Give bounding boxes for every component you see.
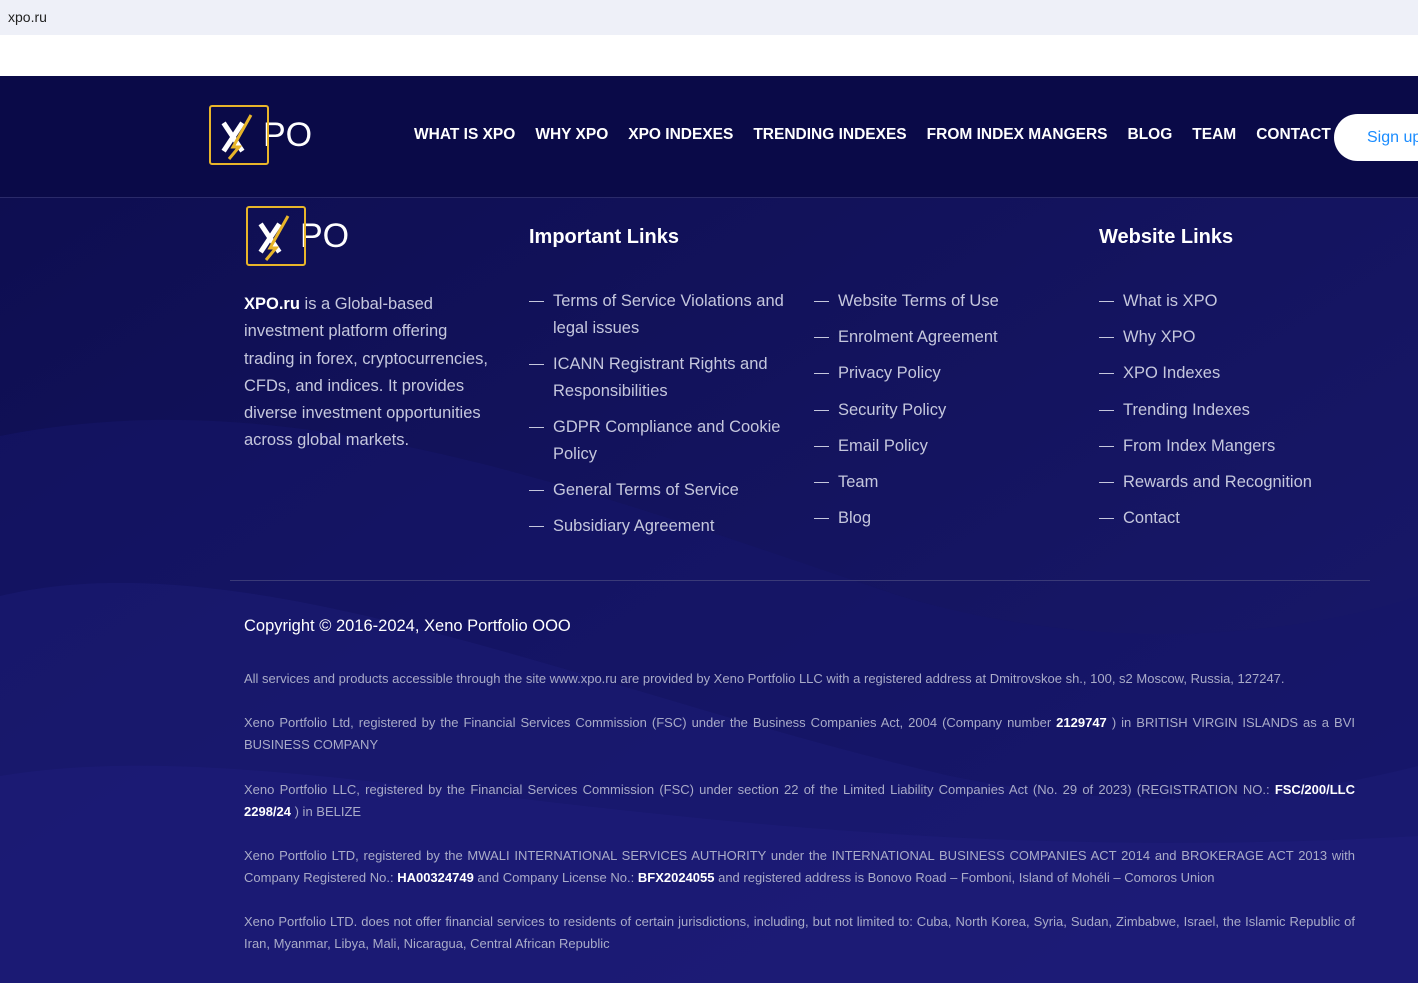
nav-what-is-xpo[interactable]: WHAT IS XPO: [414, 126, 515, 144]
footer-link[interactable]: Why XPO: [1099, 324, 1399, 351]
legal-paragraph-5: Xeno Portfolio LTD. does not offer finan…: [244, 911, 1355, 955]
footer-link[interactable]: Rewards and Recognition: [1099, 469, 1399, 496]
footer-link[interactable]: Team: [814, 469, 1084, 496]
about-brand: XPO.ru: [244, 295, 300, 313]
important-links-title: Important Links: [529, 226, 680, 248]
important-links-list-2: Website Terms of Use Enrolment Agreement…: [814, 288, 1084, 541]
footer-link[interactable]: XPO Indexes: [1099, 360, 1399, 387]
nav-trending-indexes[interactable]: TRENDING INDEXES: [753, 126, 906, 144]
important-links-list-1: Terms of Service Violations and legal is…: [529, 288, 799, 549]
legal-text: Xeno Portfolio LLC, registered by the Fi…: [244, 782, 1275, 797]
footer-link[interactable]: Enrolment Agreement: [814, 324, 1084, 351]
footer-link[interactable]: Terms of Service Violations and legal is…: [529, 288, 799, 342]
footer-link[interactable]: Contact: [1099, 505, 1399, 532]
legal-text: All services and products accessible thr…: [244, 671, 1285, 686]
site-header: PO WHAT IS XPO WHY XPO XPO INDEXES TREND…: [0, 76, 1418, 198]
legal-text: Xeno Portfolio Ltd, registered by the Fi…: [244, 715, 1057, 730]
footer-link[interactable]: What is XPO: [1099, 288, 1399, 315]
company-license-number: BFX2024055: [637, 870, 715, 885]
signup-button[interactable]: Sign up: [1334, 114, 1418, 161]
logo-text: PO: [300, 216, 350, 255]
footer-link[interactable]: Email Policy: [814, 433, 1084, 460]
about-text: XPO.ru is a Global-based investment plat…: [244, 291, 499, 455]
logo-text: PO: [263, 115, 313, 154]
footer-link[interactable]: Privacy Policy: [814, 360, 1084, 387]
website-links-title: Website Links: [1099, 226, 1234, 248]
footer-link[interactable]: From Index Mangers: [1099, 433, 1399, 460]
footer-link[interactable]: Blog: [814, 505, 1084, 532]
address-bar[interactable]: xpo.ru: [0, 0, 1418, 35]
nav-why-xpo[interactable]: WHY XPO: [535, 126, 608, 144]
logo-x-icon: [246, 206, 306, 266]
nav-team[interactable]: TEAM: [1192, 126, 1236, 144]
footer-link[interactable]: Trending Indexes: [1099, 397, 1399, 424]
nav-contact[interactable]: CONTACT: [1256, 126, 1331, 144]
legal-text: and registered address is Bonovo Road – …: [714, 870, 1215, 885]
logo-x-icon: [209, 105, 269, 165]
nav-xpo-indexes[interactable]: XPO INDEXES: [628, 126, 733, 144]
about-description: is a Global-based investment platform of…: [244, 295, 488, 450]
legal-paragraph-3: Xeno Portfolio LLC, registered by the Fi…: [244, 779, 1355, 823]
legal-paragraph-1: All services and products accessible thr…: [244, 668, 1355, 690]
footer-link[interactable]: Security Policy: [814, 397, 1084, 424]
company-number: 2129747: [1056, 715, 1107, 730]
legal-paragraph-4: Xeno Portfolio LTD, registered by the MW…: [244, 845, 1355, 889]
legal-text: and Company License No.:: [473, 870, 638, 885]
nav-blog[interactable]: BLOG: [1128, 126, 1173, 144]
website-links-list: What is XPO Why XPO XPO Indexes Trending…: [1099, 288, 1399, 541]
legal-text: ) in BELIZE: [291, 804, 362, 819]
header-logo[interactable]: PO: [209, 105, 312, 165]
company-registered-number: HA00324749: [397, 870, 474, 885]
main-nav: WHAT IS XPO WHY XPO XPO INDEXES TRENDING…: [414, 126, 1351, 144]
footer-divider: [230, 580, 1370, 581]
copyright: Copyright © 2016-2024, Xeno Portfolio OO…: [244, 617, 571, 635]
url-text[interactable]: xpo.ru: [8, 9, 47, 25]
page-gap: [0, 35, 1418, 76]
footer-link[interactable]: Subsidiary Agreement: [529, 513, 799, 540]
footer-logo[interactable]: PO: [246, 206, 349, 266]
legal-paragraph-2: Xeno Portfolio Ltd, registered by the Fi…: [244, 712, 1355, 756]
footer-link[interactable]: Website Terms of Use: [814, 288, 1084, 315]
site-page: PO WHAT IS XPO WHY XPO XPO INDEXES TREND…: [0, 76, 1418, 983]
legal-text: Xeno Portfolio LTD. does not offer finan…: [244, 914, 1355, 951]
nav-from-index-mangers[interactable]: FROM INDEX MANGERS: [927, 126, 1108, 144]
footer-link[interactable]: General Terms of Service: [529, 477, 799, 504]
footer-link[interactable]: GDPR Compliance and Cookie Policy: [529, 414, 799, 468]
footer-link[interactable]: ICANN Registrant Rights and Responsibili…: [529, 351, 799, 405]
